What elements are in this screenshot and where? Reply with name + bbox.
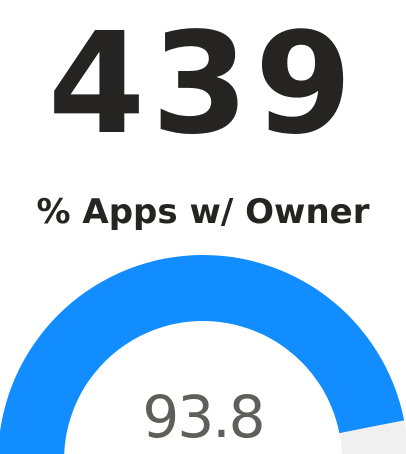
gauge-value-label: 93.8 [142, 383, 265, 451]
